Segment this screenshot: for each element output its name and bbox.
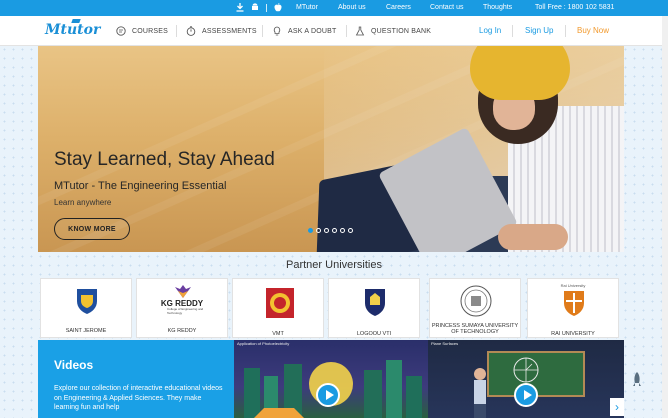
buy-now-link[interactable]: Buy Now [577, 26, 609, 35]
topbar-link-careers[interactable]: Careers [386, 4, 411, 11]
nav-divider [512, 25, 513, 37]
carousel-dot[interactable] [332, 228, 337, 233]
divider [266, 4, 267, 12]
nav-question-bank[interactable]: QUESTION BANK [355, 24, 431, 38]
topbar-link-about[interactable]: About us [338, 4, 366, 11]
videos-panel: Videos Explore our collection of interac… [38, 340, 234, 418]
logo-text: Mtutor [45, 22, 101, 38]
hero-subtitle: MTutor - The Engineering Essential [54, 180, 227, 192]
video-card[interactable]: Plane Surfaces [428, 340, 624, 418]
topbar-link-contact[interactable]: Contact us [430, 4, 463, 11]
video-card[interactable]: Application of Photoelectricity [234, 340, 428, 418]
videos-title: Videos [54, 358, 94, 372]
nav-courses-label: COURSES [132, 27, 169, 35]
carousel-dots [308, 228, 353, 233]
partner-card[interactable]: PRINCESS SUMAYA UNIVERSITY OF TECHNOLOGY [429, 278, 521, 338]
partner-card[interactable]: VMT [232, 278, 324, 338]
partner-name: PRINCESS SUMAYA UNIVERSITY OF TECHNOLOGY [431, 323, 519, 335]
carousel-dot[interactable] [316, 228, 321, 233]
next-arrow-icon[interactable]: › [610, 398, 624, 416]
scrollbar[interactable] [662, 16, 668, 418]
hero-title: Stay Learned, Stay Ahead [54, 149, 275, 170]
topbar-link-mtutor[interactable]: MTutor [296, 4, 318, 11]
stopwatch-icon [186, 26, 196, 36]
rai-university-shield-icon [562, 289, 586, 317]
play-button[interactable] [514, 383, 538, 407]
mtutor-logo[interactable]: Mtutor [45, 19, 101, 38]
nav-question-bank-label: QUESTION BANK [371, 27, 432, 35]
partners-heading: Partner Universities [286, 259, 382, 271]
kg-reddy-subtext: College of Engineering and Technology [167, 307, 204, 315]
toll-free-number: Toll Free : 1800 102 5831 [535, 4, 615, 11]
topbar-link-thoughts[interactable]: Thoughts [483, 4, 512, 11]
partner-card[interactable]: SAINT JEROME [40, 278, 132, 338]
partner-name: RAI UNIVERSITY [551, 331, 595, 337]
partner-name: SAINT JEROME [65, 328, 107, 334]
nav-ask-doubt-label: ASK A DOUBT [288, 27, 337, 35]
saint-jerome-emblem-icon [75, 287, 99, 315]
videos-description: Explore our collection of interactive ed… [54, 385, 223, 411]
vmt-seal-icon [266, 288, 294, 318]
nav-divider [176, 25, 177, 37]
carousel-dot[interactable] [348, 228, 353, 233]
rocket-icon[interactable] [632, 372, 642, 391]
graduation-cap-icon [71, 19, 81, 23]
hero-person-hat [470, 46, 570, 100]
app-icons [236, 0, 282, 16]
nav-courses[interactable]: COURSES [116, 24, 168, 38]
crest-icon [363, 287, 387, 317]
carousel-dot[interactable] [308, 228, 313, 233]
hero-tagline: Learn anywhere [54, 198, 112, 207]
partner-card[interactable]: LOGOOU VTI [328, 278, 420, 338]
top-bar: MTutor About us Careers Contact us Thoug… [0, 0, 668, 16]
nav-assessments-label: ASSESSMENTS [202, 27, 257, 35]
partner-card[interactable]: Rai University RAI UNIVERSITY [527, 278, 619, 338]
apple-icon[interactable] [274, 2, 282, 14]
flask-icon [355, 26, 365, 36]
nav-divider [262, 25, 263, 37]
hero-person-hands [498, 224, 568, 250]
carousel-dot[interactable] [340, 228, 345, 233]
psut-seal-icon [460, 285, 492, 317]
rai-university-wordmark: Rai University [560, 283, 586, 288]
partner-name: LOGOOU VTI [356, 331, 392, 337]
nav-divider [346, 25, 347, 37]
login-link[interactable]: Log In [479, 26, 501, 35]
download-icon[interactable] [236, 2, 244, 14]
partner-name: VMT [272, 331, 284, 337]
nav-ask-doubt[interactable]: ASK A DOUBT [272, 24, 337, 38]
android-icon[interactable] [251, 2, 259, 14]
partner-name: KG REDDY [167, 328, 197, 334]
know-more-button[interactable]: KNOW MORE [54, 218, 130, 240]
play-button[interactable] [316, 383, 340, 407]
lightbulb-icon [272, 26, 282, 36]
nav-assessments[interactable]: ASSESSMENTS [186, 24, 257, 38]
main-nav: Mtutor COURSES ASSESSMENTS ASK A DOUBT Q… [0, 16, 668, 46]
hero-banner: Stay Learned, Stay Ahead MTutor - The En… [38, 46, 624, 252]
courses-icon [116, 26, 126, 36]
signup-link[interactable]: Sign Up [525, 26, 553, 35]
nav-divider [565, 25, 566, 37]
partner-card[interactable]: KG REDDY College of Engineering and Tech… [136, 278, 228, 338]
carousel-dot[interactable] [324, 228, 329, 233]
